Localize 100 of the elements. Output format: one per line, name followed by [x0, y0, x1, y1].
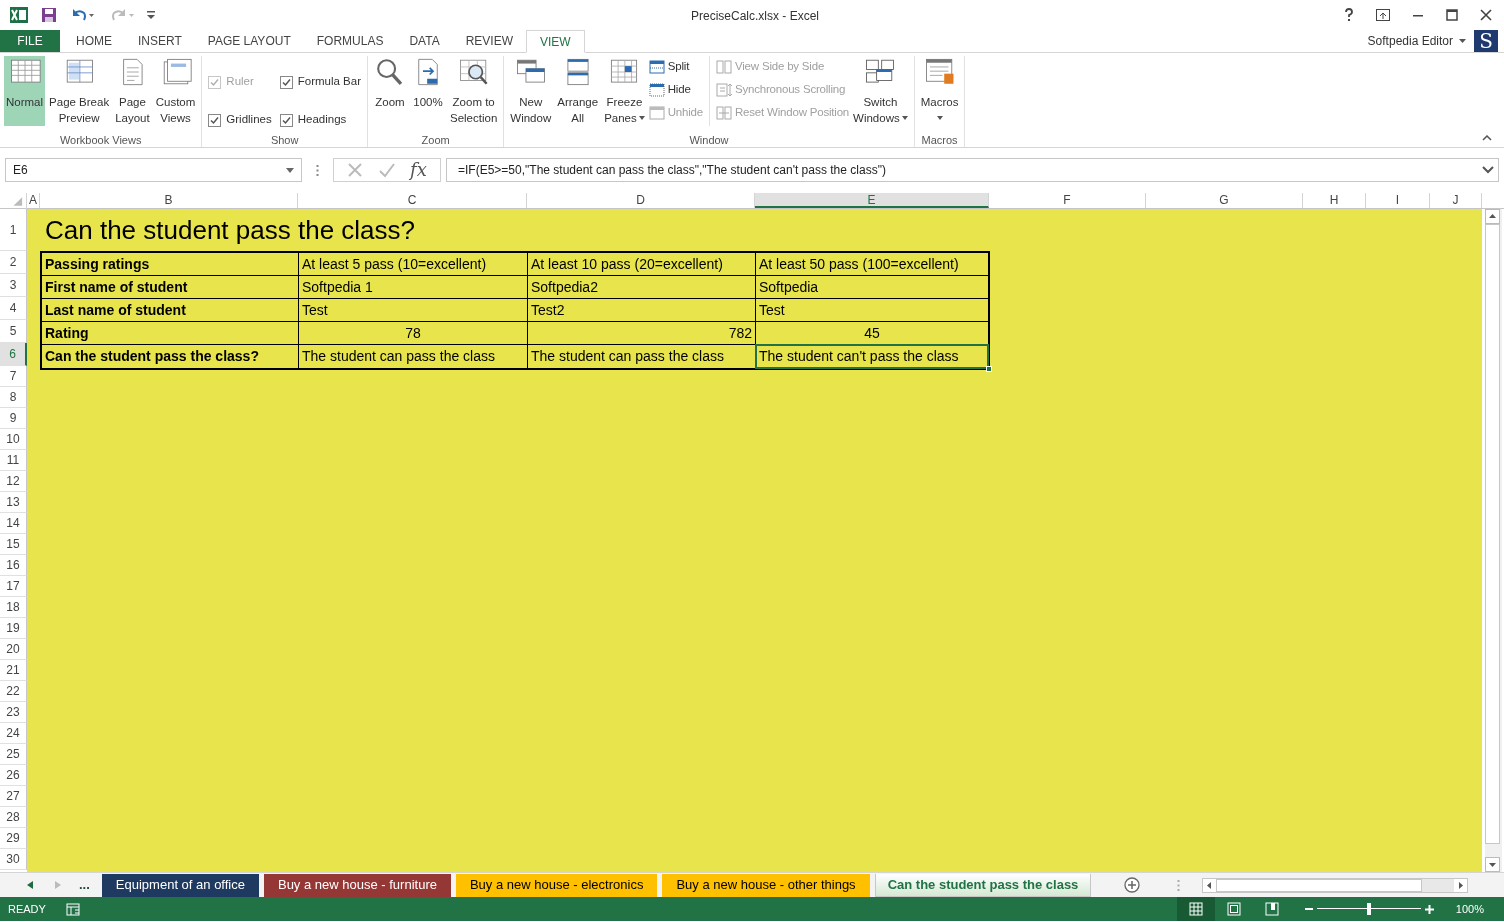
zoom-slider[interactable] — [1316, 903, 1421, 915]
checkbox[interactable]: Gridlines — [208, 108, 272, 132]
ribbon-button[interactable]: Page Layout — [113, 56, 152, 126]
drag-handle-icon[interactable] — [316, 164, 319, 176]
ribbon-tab[interactable]: INSERT — [125, 30, 195, 52]
sheet-tab[interactable]: Can the student pass the class — [874, 873, 1092, 897]
table-cell[interactable]: 78 — [299, 322, 528, 344]
sheet-tab[interactable]: Equipment of an office — [101, 873, 259, 897]
insert-function-button[interactable]: fx — [409, 160, 427, 180]
horizontal-scrollbar[interactable] — [1202, 877, 1469, 893]
scroll-up-icon[interactable] — [1485, 209, 1500, 224]
table-cell[interactable]: Test — [756, 299, 988, 321]
table-cell[interactable]: Can the student pass the class? — [42, 345, 299, 368]
table-cell[interactable]: At least 5 pass (10=excellent) — [299, 253, 528, 275]
ribbon-button[interactable]: Freeze Panes — [602, 56, 647, 126]
ribbon-tab[interactable]: DATA — [396, 30, 453, 52]
table-cell[interactable]: 782 — [528, 322, 756, 344]
sheet-title[interactable]: Can the student pass the class? — [27, 209, 415, 251]
undo-icon[interactable] — [71, 7, 95, 23]
scroll-thumb[interactable] — [1485, 224, 1500, 844]
save-icon[interactable] — [41, 7, 57, 23]
column-header[interactable]: J — [1430, 193, 1482, 208]
table-cell[interactable]: Softpedia 1 — [299, 276, 528, 298]
column-header[interactable]: C — [298, 193, 527, 208]
scroll-right-icon[interactable] — [1454, 878, 1468, 892]
table-cell[interactable]: At least 10 pass (20=excellent) — [528, 253, 756, 275]
table-cell[interactable]: 45 — [756, 322, 988, 344]
column-header[interactable]: G — [1146, 193, 1303, 208]
table-cell[interactable]: The student can pass the class — [528, 345, 756, 368]
name-box[interactable]: E6 — [5, 158, 302, 182]
sheet-tab[interactable]: Buy a new house - other things — [662, 873, 870, 897]
sheet-tab[interactable]: Buy a new house - electronics — [455, 873, 658, 897]
macro-record-icon[interactable] — [65, 902, 80, 916]
fill-handle[interactable] — [986, 366, 992, 372]
column-header[interactable]: F — [989, 193, 1146, 208]
table-cell[interactable]: Softpedia2 — [528, 276, 756, 298]
table-cell[interactable]: The student can pass the class — [299, 345, 528, 368]
table-cell[interactable]: Test2 — [528, 299, 756, 321]
table-cell[interactable]: Last name of student — [42, 299, 299, 321]
table-cell[interactable]: Passing ratings — [42, 253, 299, 275]
ribbon-display-icon[interactable] — [1376, 9, 1390, 21]
previous-sheet-icon[interactable] — [27, 881, 33, 889]
check-icon[interactable] — [377, 162, 396, 178]
table-cell[interactable]: Rating — [42, 322, 299, 344]
table-cell[interactable]: At least 50 pass (100=excellent) — [756, 253, 988, 275]
ribbon-button[interactable]: Zoom to Selection — [448, 56, 500, 126]
zoom-out-icon[interactable] — [1304, 905, 1313, 913]
table-cell[interactable]: Softpedia — [756, 276, 988, 298]
more-sheets-button[interactable]: ... — [79, 880, 90, 890]
ribbon-button[interactable]: Split — [648, 58, 703, 76]
column-header[interactable]: A — [27, 193, 40, 208]
ribbon-button[interactable]: Arrange All — [555, 56, 601, 126]
scroll-thumb[interactable] — [1216, 878, 1423, 892]
add-sheet-icon[interactable] — [1124, 877, 1141, 893]
ribbon-tab[interactable]: FILE — [0, 30, 60, 52]
ribbon-button[interactable]: Page Break Preview — [47, 56, 112, 126]
split-handle-icon[interactable] — [1177, 879, 1181, 891]
ribbon-button[interactable]: Normal — [4, 56, 46, 126]
collapse-ribbon-icon[interactable] — [1482, 135, 1492, 141]
ribbon-tab[interactable]: VIEW — [526, 30, 585, 53]
table-cell[interactable]: Test — [299, 299, 528, 321]
column-header[interactable]: I — [1366, 193, 1430, 208]
formula-input[interactable]: =IF(E5>=50,"The student can pass the class","The student can't pass the class") — [446, 158, 1499, 182]
ribbon-button[interactable]: 100% — [410, 56, 446, 126]
help-icon[interactable] — [1344, 8, 1354, 22]
ribbon-button[interactable]: Custom Views — [153, 56, 198, 126]
column-header[interactable]: B — [40, 193, 298, 208]
customize-menu-icon[interactable] — [147, 10, 155, 20]
maximize-icon[interactable] — [1446, 9, 1458, 21]
view-button[interactable] — [1176, 897, 1215, 921]
ribbon-button[interactable]: New Window — [508, 56, 554, 126]
checkbox[interactable]: Headings — [279, 108, 361, 132]
slider-thumb[interactable] — [1366, 903, 1371, 915]
ribbon-tab[interactable]: REVIEW — [452, 30, 526, 52]
ribbon-button[interactable]: Switch Windows — [851, 56, 910, 126]
zoom-level-text[interactable]: 100% — [1455, 900, 1484, 918]
checkbox[interactable]: Formula Bar — [279, 70, 361, 94]
table-cell[interactable]: First name of student — [42, 276, 299, 298]
table-cell[interactable]: The student can't pass the class — [756, 345, 988, 368]
caret-icon[interactable] — [1459, 39, 1466, 43]
ribbon-button[interactable]: Hide — [648, 81, 703, 99]
column-header[interactable]: E — [755, 193, 989, 208]
spreadsheet-logo-icon[interactable] — [10, 6, 28, 24]
scroll-down-icon[interactable] — [1485, 857, 1500, 872]
column-header[interactable]: H — [1303, 193, 1366, 208]
ribbon-tab[interactable]: HOME — [63, 30, 125, 52]
account-avatar[interactable]: S — [1474, 30, 1498, 52]
close-icon[interactable] — [1480, 9, 1492, 21]
dropdown-caret-icon[interactable] — [286, 167, 294, 173]
vertical-scrollbar[interactable] — [1485, 209, 1502, 872]
account-name[interactable]: Softpedia Editor — [1367, 32, 1453, 50]
row-header[interactable]: 6 — [0, 343, 27, 366]
ribbon-tab[interactable]: PAGE LAYOUT — [194, 30, 304, 52]
ribbon-button[interactable]: Macros — [918, 56, 961, 126]
sheet-tab[interactable]: Buy a new house - furniture — [263, 873, 451, 897]
zoom-in-icon[interactable] — [1424, 904, 1434, 914]
scroll-left-icon[interactable] — [1203, 878, 1217, 892]
ribbon-button[interactable]: Zoom — [372, 56, 408, 126]
ribbon-tab[interactable]: FORMULAS — [303, 30, 397, 52]
expand-caret-icon[interactable] — [1482, 166, 1494, 174]
